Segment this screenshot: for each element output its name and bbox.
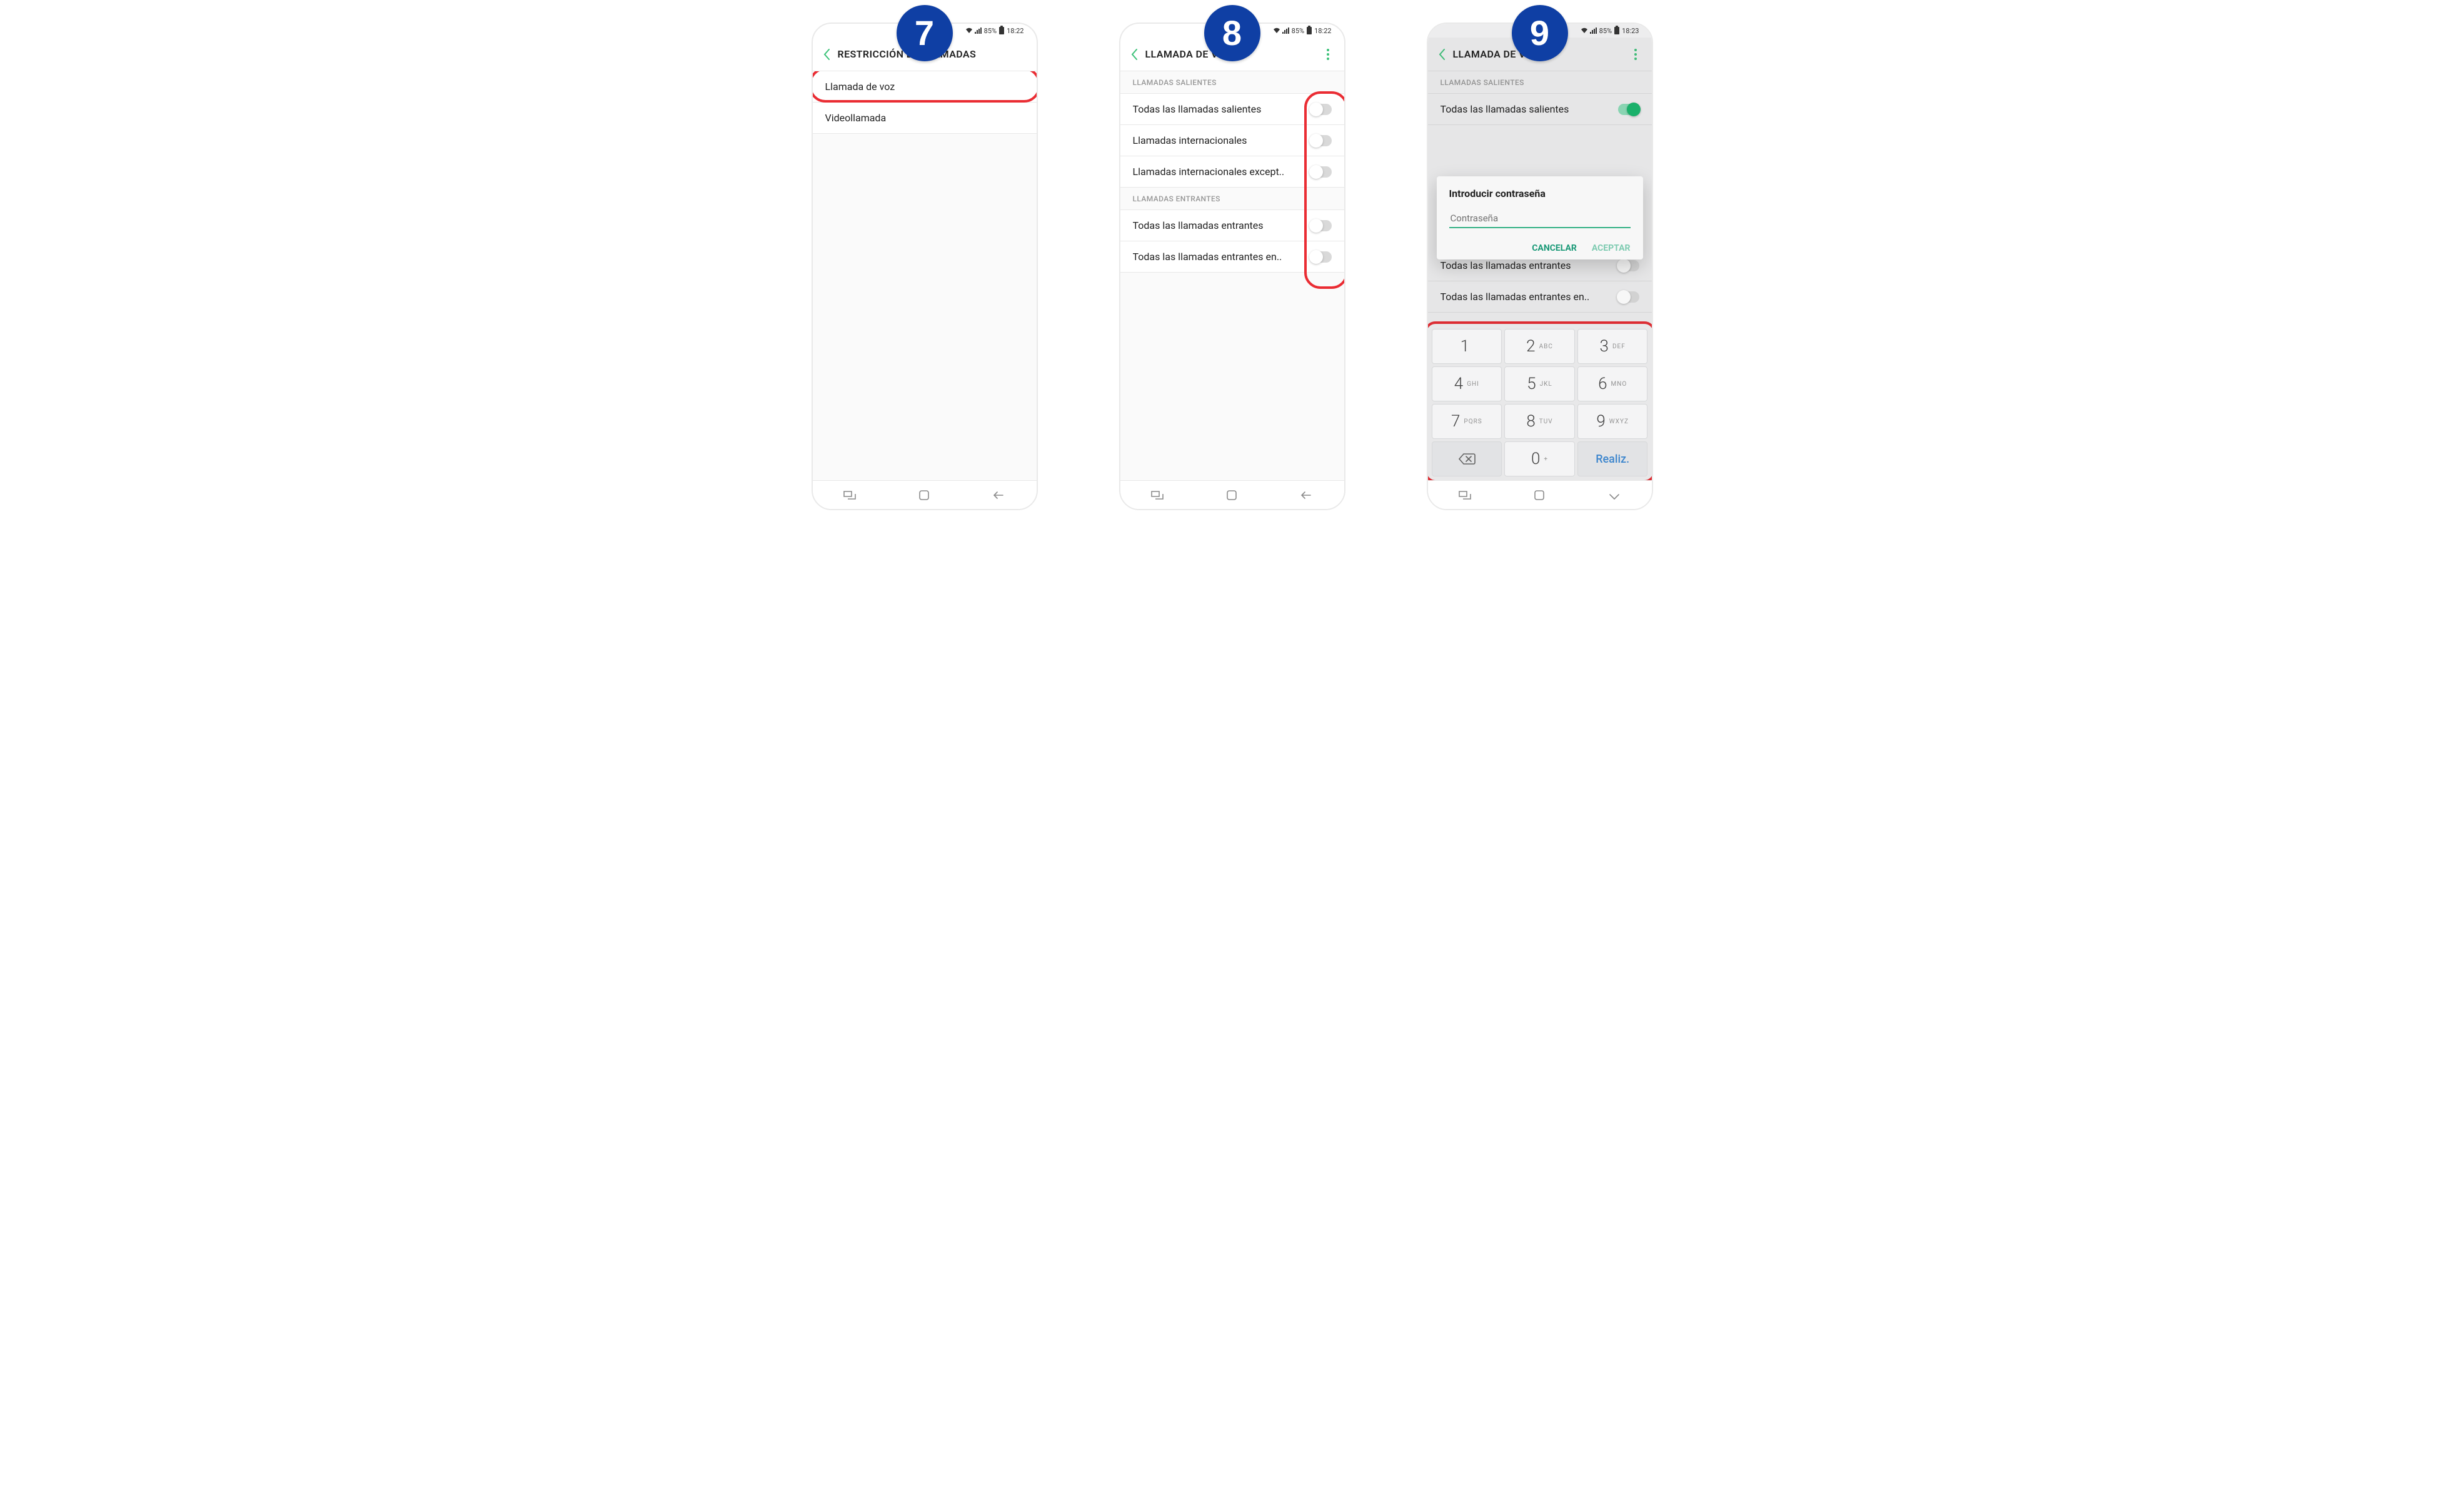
key-6[interactable]: 6MNO (1577, 366, 1648, 401)
row-label: Llamadas internacionales except.. (1133, 166, 1285, 178)
section-outgoing: LLAMADAS SALIENTES (1120, 71, 1344, 94)
key-9[interactable]: 9WXYZ (1577, 404, 1648, 439)
phone-step-7: 7 85% 18:22 RESTRICCIÓN DE LLAMADAS Llam… (812, 23, 1038, 510)
key-backspace[interactable] (1432, 441, 1502, 476)
backspace-icon (1458, 453, 1476, 465)
in-roaming-row[interactable]: Todas las llamadas entrantes en.. (1428, 281, 1652, 313)
battery-percent: 85% (1599, 27, 1612, 35)
signal-icon (975, 28, 982, 34)
back-icon[interactable] (1438, 48, 1446, 61)
toggle-out-all[interactable] (1618, 104, 1639, 115)
nav-back-icon[interactable] (1300, 488, 1314, 502)
key-done[interactable]: Realiz. (1577, 441, 1648, 476)
key-1[interactable]: 1 (1432, 329, 1502, 364)
step-badge-8: 8 (1204, 5, 1260, 61)
numeric-keypad: 1 2ABC 3DEF 4GHI 5JKL 6MNO 7PQRS 8TUV 9W… (1428, 325, 1652, 480)
row-label: Todas las llamadas salientes (1133, 103, 1262, 115)
nav-bar (1120, 480, 1344, 509)
recents-icon[interactable] (843, 488, 857, 502)
signal-icon (1590, 28, 1597, 34)
toggle-out-all[interactable] (1310, 104, 1332, 115)
key-7[interactable]: 7PQRS (1432, 404, 1502, 439)
back-icon[interactable] (823, 48, 830, 61)
row-label: Llamadas internacionales (1133, 134, 1247, 146)
out-all-row[interactable]: Todas las llamadas salientes (1428, 94, 1652, 125)
more-icon[interactable] (1629, 49, 1642, 60)
key-8[interactable]: 8TUV (1504, 404, 1575, 439)
screen-body: Llamada de voz Videollamada (813, 71, 1037, 480)
key-3[interactable]: 3DEF (1577, 329, 1648, 364)
screen-body: LLAMADAS SALIENTES Todas las llamadas sa… (1120, 71, 1344, 480)
out-intl-except-row[interactable]: Llamadas internacionales except.. (1120, 156, 1344, 188)
row-label: Todas las llamadas entrantes en.. (1133, 251, 1282, 263)
row-label: Llamada de voz (825, 81, 895, 93)
toggle-in-all[interactable] (1618, 260, 1639, 271)
key-5[interactable]: 5JKL (1504, 366, 1575, 401)
battery-icon (1614, 27, 1619, 34)
home-icon[interactable] (917, 488, 931, 502)
step-badge-7: 7 (897, 5, 953, 61)
wifi-icon (1273, 28, 1280, 34)
recents-icon[interactable] (1458, 488, 1472, 502)
wifi-icon (1581, 28, 1588, 34)
step-badge-9: 9 (1512, 5, 1568, 61)
battery-icon (999, 27, 1004, 34)
screen-body: LLAMADAS SALIENTES Todas las llamadas sa… (1428, 71, 1652, 480)
home-icon[interactable] (1532, 488, 1546, 502)
nav-back-icon[interactable] (992, 488, 1006, 502)
home-icon[interactable] (1225, 488, 1239, 502)
row-label: Todas las llamadas entrantes (1133, 219, 1264, 231)
battery-percent: 85% (1292, 27, 1304, 35)
back-icon[interactable] (1130, 48, 1138, 61)
clock: 18:22 (1314, 27, 1331, 35)
password-dialog: Introducir contraseña CANCELAR ACEPTAR (1437, 176, 1643, 259)
accept-button[interactable]: ACEPTAR (1592, 243, 1631, 253)
phone-step-8: 8 85% 18:22 LLAMADA DE VOZ LLAMADAS SALI… (1119, 23, 1345, 510)
key-2[interactable]: 2ABC (1504, 329, 1575, 364)
cancel-button[interactable]: CANCELAR (1532, 243, 1577, 253)
clock: 18:23 (1622, 27, 1639, 35)
more-icon[interactable] (1322, 49, 1334, 60)
password-input[interactable] (1449, 209, 1631, 228)
voice-call-row[interactable]: Llamada de voz (813, 71, 1037, 103)
in-all-row[interactable]: Todas las llamadas entrantes (1120, 210, 1344, 241)
toggle-out-intl-except[interactable] (1310, 166, 1332, 178)
row-label: Todas las llamadas entrantes (1441, 259, 1571, 271)
battery-percent: 85% (984, 27, 997, 35)
row-label: Todas las llamadas entrantes en.. (1441, 291, 1590, 303)
video-call-row[interactable]: Videollamada (813, 103, 1037, 134)
out-all-row[interactable]: Todas las llamadas salientes (1120, 94, 1344, 125)
row-label: Videollamada (825, 112, 887, 124)
key-0[interactable]: 0+ (1504, 441, 1575, 476)
dialog-title: Introducir contraseña (1449, 188, 1631, 199)
wifi-icon (965, 28, 973, 34)
clock: 18:22 (1007, 27, 1023, 35)
phone-step-9: 9 85% 18:23 LLAMADA DE VOZ LLAMADAS SALI… (1427, 23, 1653, 510)
toggle-in-roaming[interactable] (1310, 251, 1332, 263)
key-4[interactable]: 4GHI (1432, 366, 1502, 401)
in-roaming-row[interactable]: Todas las llamadas entrantes en.. (1120, 241, 1344, 273)
section-outgoing: LLAMADAS SALIENTES (1428, 71, 1652, 94)
toggle-out-intl[interactable] (1310, 135, 1332, 146)
toggle-in-all[interactable] (1310, 220, 1332, 231)
toggle-in-roaming[interactable] (1618, 291, 1639, 303)
signal-icon (1282, 28, 1290, 34)
row-label: Todas las llamadas salientes (1441, 103, 1569, 115)
nav-bar (1428, 480, 1652, 509)
nav-bar (813, 480, 1037, 509)
recents-icon[interactable] (1150, 488, 1164, 502)
out-intl-row[interactable]: Llamadas internacionales (1120, 125, 1344, 156)
battery-icon (1307, 27, 1312, 34)
keyboard-down-icon[interactable] (1607, 488, 1621, 502)
section-incoming: LLAMADAS ENTRANTES (1120, 188, 1344, 210)
